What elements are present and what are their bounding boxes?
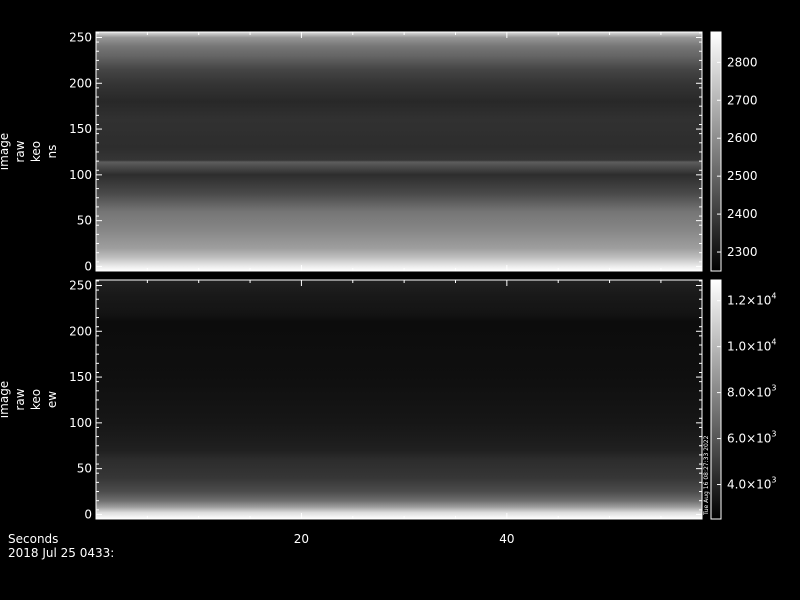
x-axis-title: Seconds: [8, 532, 58, 546]
colorbar-tick-label: 8.0×103: [727, 384, 777, 400]
y-axis-label-line: raw: [13, 388, 27, 410]
y-axis-label-line: image: [0, 381, 11, 418]
y-tick-label: 150: [69, 370, 92, 384]
y-tick-label: 200: [69, 324, 92, 338]
colorbar-tick-label: 2700: [727, 93, 758, 107]
y-axis-label-line: ew: [45, 391, 59, 408]
y-axis-label-line: image: [0, 133, 11, 170]
y-axis-label-line: ns: [45, 145, 59, 159]
y-tick-label: 50: [77, 214, 92, 228]
colorbar-tick-label: 2300: [727, 245, 758, 259]
colorbar-tick-label: 4.0×103: [727, 476, 777, 492]
y-axis-label-line: raw: [13, 140, 27, 162]
y-tick-label: 250: [69, 278, 92, 292]
heatmap-image: [96, 32, 702, 271]
keogram-figure: 050100150200250image raw keo ns230024002500…: [0, 30, 777, 560]
heatmap-image: [96, 280, 702, 519]
colorbar-tick-label: 1.2×104: [727, 292, 777, 308]
y-tick-label: 100: [69, 416, 92, 430]
date-label: 2018 Jul 25 0433:: [8, 546, 114, 560]
colorbar-tick-label: 2400: [727, 207, 758, 221]
panel-2: 0 50 100 150 200 250 20 40 image raw keo ew 4.0×103 6…: [0, 278, 777, 546]
y-axis-label-line: keo: [29, 141, 43, 162]
y-tick-label: 250: [69, 30, 92, 44]
x-tick-label: 40: [499, 532, 514, 546]
y-tick-label: 50: [77, 462, 92, 476]
y-tick-label: 0: [84, 259, 92, 273]
colorbar-tick-label: 2600: [727, 131, 758, 145]
timestamp-text: Tue Aug 16 08:27:33 2022: [703, 435, 710, 516]
y-tick-label: 100: [69, 168, 92, 182]
y-tick-label: 200: [69, 76, 92, 90]
y-tick-label: 0: [84, 507, 92, 521]
colorbar: [710, 279, 722, 520]
x-tick-label: 20: [294, 532, 309, 546]
colorbar-tick-label: 1.0×104: [727, 338, 777, 354]
colorbar-tick-label: 2800: [727, 55, 758, 69]
y-tick-label: 150: [69, 122, 92, 136]
panel-1: 0 50 100 150 200 250 image raw keo ns 2300 2400 2500…: [0, 30, 758, 273]
y-axis-label-line: keo: [29, 389, 43, 410]
colorbar-tick-label: 2500: [727, 169, 758, 183]
colorbar: [710, 31, 722, 272]
colorbar-tick-label: 6.0×103: [727, 430, 777, 446]
